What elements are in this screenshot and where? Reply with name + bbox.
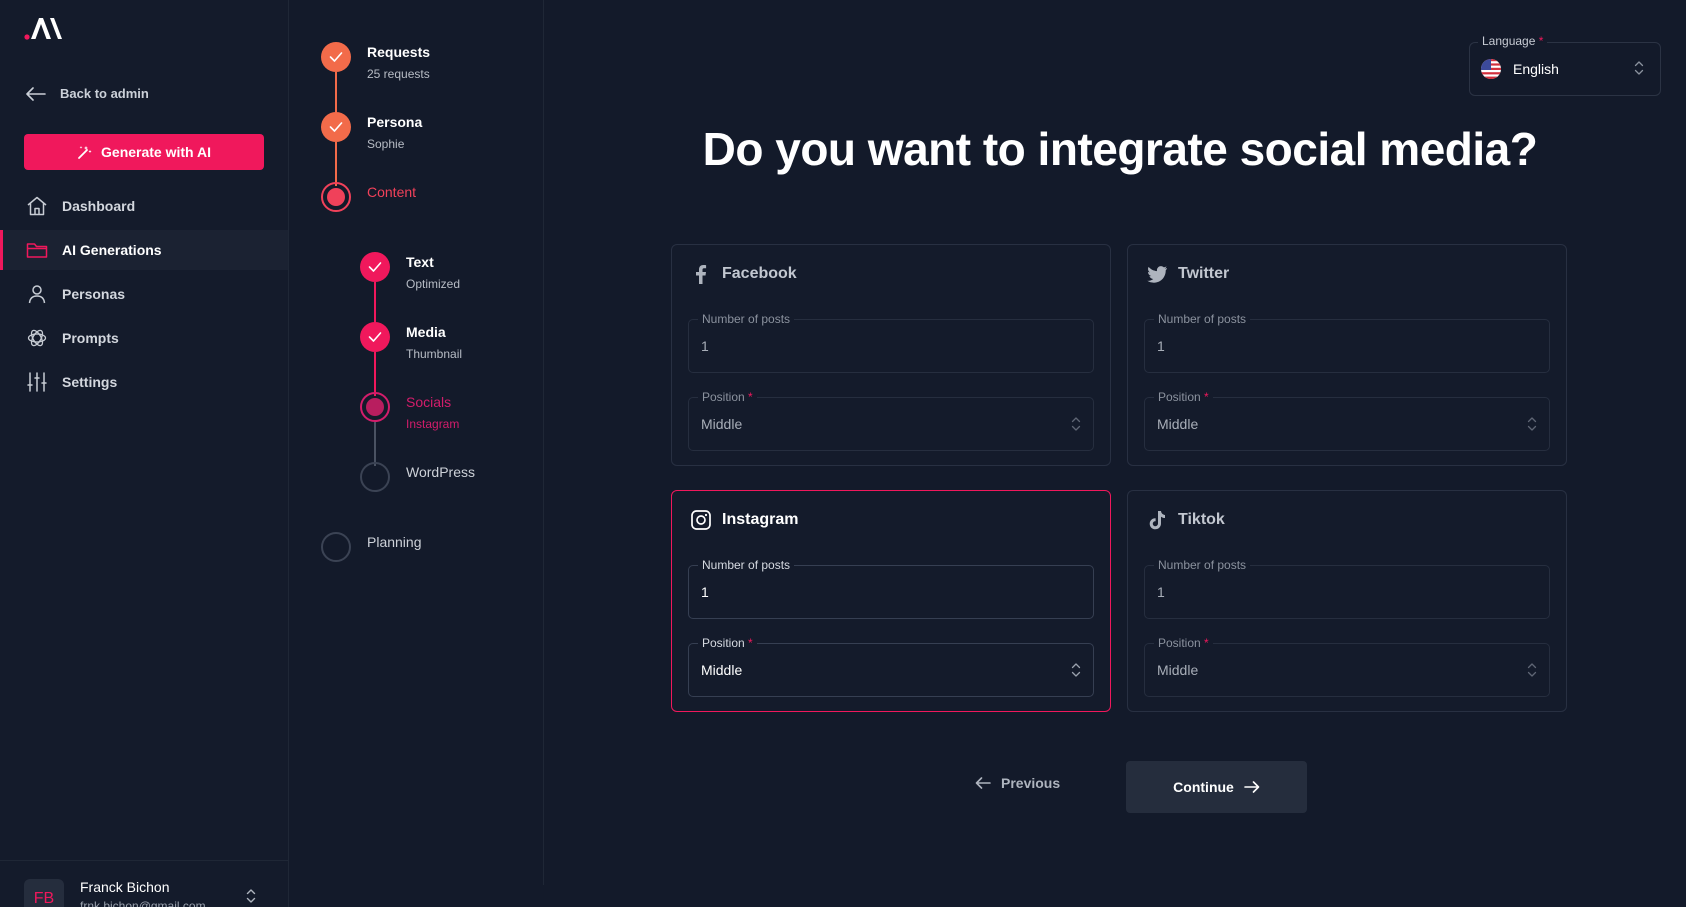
sidebar-item-ai-generations[interactable]: AI Generations xyxy=(0,230,288,270)
arrow-left-icon xyxy=(26,86,46,101)
progress-stepper: Requests 25 requests Persona Sophie Cont… xyxy=(289,0,544,885)
page-title: Do you want to integrate social media? xyxy=(702,123,1538,175)
step-content-title: Content xyxy=(367,184,417,200)
user-name: Franck Bichon xyxy=(80,879,170,895)
step-requests-subtitle: 25 requests xyxy=(367,67,430,81)
number-of-posts-input[interactable]: Number of posts 1 xyxy=(688,558,1094,619)
arrow-right-icon xyxy=(1244,781,1260,793)
position-select[interactable]: Position * Middle xyxy=(688,390,1094,451)
substep-media-subtitle: Thumbnail xyxy=(406,347,463,361)
user-email: frnk.bichon@gmail.com xyxy=(80,899,206,907)
social-card-instagram[interactable]: Instagram Number of posts 1 Position * M… xyxy=(671,490,1111,712)
substep-text-subtitle: Optimized xyxy=(406,277,461,291)
substep-media-title: Media xyxy=(406,324,446,340)
step-persona-subtitle: Sophie xyxy=(367,137,405,151)
substep-socials-title: Socials xyxy=(406,394,452,410)
tiktok-icon xyxy=(1149,511,1165,530)
twitter-icon xyxy=(1147,266,1167,283)
step-connector xyxy=(374,282,376,326)
substep-socials-subtitle: Instagram xyxy=(406,417,460,431)
substep-text-title: Text xyxy=(406,254,434,270)
app-logo[interactable] xyxy=(24,14,64,42)
folder-icon xyxy=(26,243,48,258)
step-requests-title: Requests xyxy=(367,44,431,60)
chevron-up-down-icon xyxy=(1634,61,1644,75)
chevron-up-down-icon xyxy=(1071,663,1081,677)
social-card-tiktok[interactable]: Tiktok Number of posts 1 Position * Midd… xyxy=(1127,490,1567,712)
facebook-icon xyxy=(696,265,707,284)
number-of-posts-input[interactable]: Number of posts 1 xyxy=(688,312,1094,373)
language-label: Language * xyxy=(1478,34,1548,48)
check-icon xyxy=(329,52,343,62)
user-icon xyxy=(28,285,46,304)
sidebar-item-personas[interactable]: Personas xyxy=(0,274,288,314)
user-menu[interactable]: FB Franck Bichon frnk.bichon@gmail.com xyxy=(0,860,288,907)
sidebar-item-label: Settings xyxy=(62,374,118,390)
step-persona-title: Persona xyxy=(367,114,423,130)
substep-wordpress-pending[interactable] xyxy=(360,462,390,492)
language-value: English xyxy=(1513,61,1559,77)
sidebar-nav: Dashboard AI Generations Personas Prompt… xyxy=(0,186,288,406)
sidebar-item-dashboard[interactable]: Dashboard xyxy=(0,186,288,226)
back-to-admin-link[interactable]: Back to admin xyxy=(26,86,149,101)
avatar: FB xyxy=(24,879,64,907)
card-title: Facebook xyxy=(722,265,797,282)
sidebar-item-label: Prompts xyxy=(62,330,119,346)
substep-media-check[interactable] xyxy=(360,322,390,352)
step-content-current[interactable] xyxy=(321,182,351,212)
substep-wordpress-title: WordPress xyxy=(406,464,475,480)
position-select[interactable]: Position * Middle xyxy=(688,636,1094,697)
previous-button[interactable]: Previous xyxy=(975,775,1060,791)
arrow-left-icon xyxy=(975,777,991,789)
step-planning-title: Planning xyxy=(367,534,422,550)
step-requests-check[interactable] xyxy=(321,42,351,72)
step-connector xyxy=(374,422,376,466)
position-select[interactable]: Position * Middle xyxy=(1144,390,1550,451)
step-planning-pending[interactable] xyxy=(321,532,351,562)
sidebar-item-settings[interactable]: Settings xyxy=(0,362,288,402)
sidebar-item-label: AI Generations xyxy=(62,242,162,258)
step-connector xyxy=(374,352,376,396)
chevron-up-down-icon xyxy=(1527,663,1537,677)
continue-label: Continue xyxy=(1173,779,1234,795)
card-title: Twitter xyxy=(1178,265,1230,282)
previous-label: Previous xyxy=(1001,775,1061,791)
social-card-twitter[interactable]: Twitter Number of posts 1 Position * Mid… xyxy=(1127,244,1567,466)
step-connector xyxy=(335,142,337,186)
sidebar: Back to admin Generate with AI Dashboard… xyxy=(0,0,289,907)
back-to-admin-label: Back to admin xyxy=(60,86,149,101)
openai-icon xyxy=(27,329,47,347)
us-flag-icon xyxy=(1481,59,1501,79)
substep-socials-current[interactable] xyxy=(360,392,390,422)
instagram-icon xyxy=(691,510,711,530)
substep-text-check[interactable] xyxy=(360,252,390,282)
magic-wand-icon xyxy=(78,146,92,159)
chevron-up-down-icon[interactable] xyxy=(246,888,256,904)
continue-button[interactable]: Continue xyxy=(1126,761,1307,813)
home-icon xyxy=(27,196,47,216)
card-title: Tiktok xyxy=(1178,511,1225,528)
number-of-posts-input[interactable]: Number of posts 1 xyxy=(1144,558,1550,619)
step-persona-check[interactable] xyxy=(321,112,351,142)
step-connector xyxy=(335,72,337,116)
generate-with-ai-button[interactable]: Generate with AI xyxy=(24,134,264,170)
social-card-facebook[interactable]: Facebook Number of posts 1 Position * Mi… xyxy=(671,244,1111,466)
number-of-posts-input[interactable]: Number of posts 1 xyxy=(1144,312,1550,373)
sliders-icon xyxy=(27,372,47,392)
check-icon xyxy=(329,122,343,132)
chevron-up-down-icon xyxy=(1527,417,1537,431)
check-icon xyxy=(368,262,382,272)
generate-with-ai-label: Generate with AI xyxy=(101,144,211,160)
card-title: Instagram xyxy=(722,511,799,528)
position-select[interactable]: Position * Middle xyxy=(1144,636,1550,697)
sidebar-item-prompts[interactable]: Prompts xyxy=(0,318,288,358)
sidebar-item-label: Dashboard xyxy=(62,198,136,214)
check-icon xyxy=(368,332,382,342)
sidebar-item-label: Personas xyxy=(62,286,126,302)
chevron-up-down-icon xyxy=(1071,417,1081,431)
